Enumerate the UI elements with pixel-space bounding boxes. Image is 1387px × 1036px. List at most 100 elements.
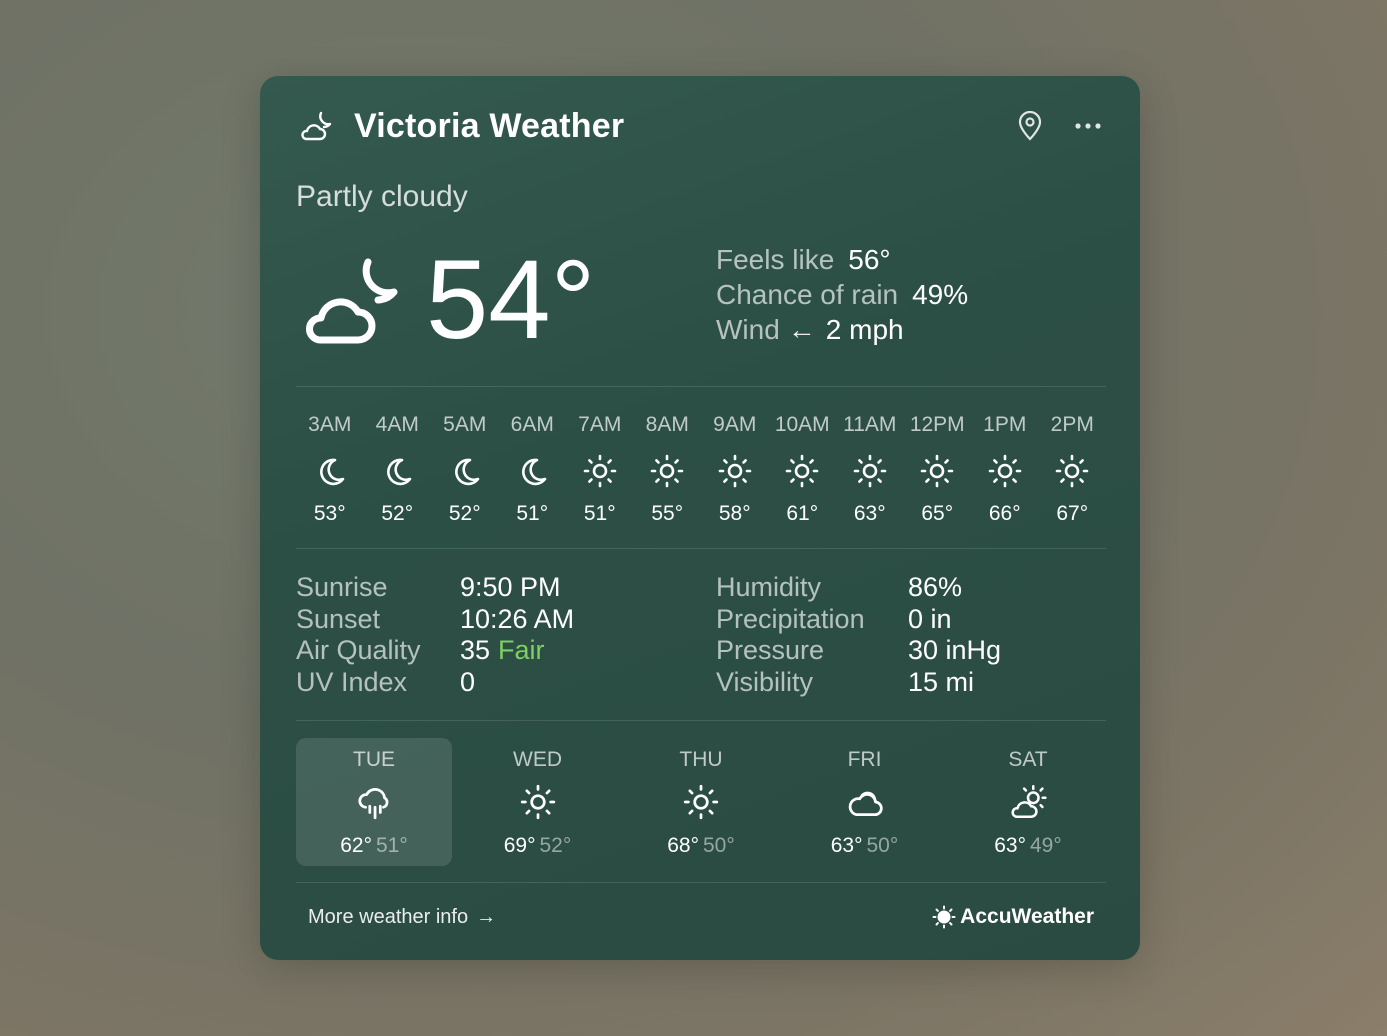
hourly-item: 10AM 61° <box>769 410 837 526</box>
sun-icon <box>785 454 819 488</box>
hour-temperature: 58° <box>718 502 751 525</box>
sun-icon <box>520 784 555 820</box>
visibility-label: Visibility <box>716 666 814 697</box>
moon-icon <box>522 458 547 486</box>
hourly-item: 6AM 51° <box>499 410 567 526</box>
hour-temperature: 51° <box>583 502 616 525</box>
precipitation-label: Precipitation <box>716 603 865 634</box>
hour-temperature: 67° <box>1056 502 1089 525</box>
more-weather-info-link[interactable]: More weather info → <box>308 906 496 929</box>
uv-index-label: UV Index <box>296 666 408 697</box>
feels-like-label: Feels like <box>716 244 835 275</box>
location-button[interactable] <box>1014 110 1046 142</box>
day-tue[interactable]: TUE 62° 51° <box>296 738 452 866</box>
moon-icon <box>319 458 345 486</box>
moon-icon <box>454 458 480 486</box>
accuweather-logo[interactable]: AccuWeather <box>932 905 1094 929</box>
day-name: WED <box>513 748 562 771</box>
humidity-label: Humidity <box>716 572 822 602</box>
more-horizontal-icon <box>1075 123 1101 129</box>
widget-header: Victoria Weather <box>296 104 1104 148</box>
day-low: 50° <box>866 834 899 857</box>
sunrise-value: 9:50 PM <box>460 572 561 602</box>
rain-chance-label: Chance of rain <box>716 279 899 310</box>
cloud-icon <box>848 791 883 816</box>
day-high: 63° <box>830 834 863 857</box>
arrow-right-icon: → <box>476 905 497 928</box>
stats-right: Humidity 86% Precipitation 0 in Pressure… <box>716 572 1001 698</box>
day-name: TUE <box>353 748 395 771</box>
more-options-button[interactable] <box>1072 110 1104 142</box>
hour-temperature: 65° <box>921 502 954 525</box>
hour-time: 7AM <box>578 413 622 436</box>
day-sat[interactable]: SAT 63° 49° <box>950 738 1106 866</box>
hour-temperature: 52° <box>448 502 481 525</box>
divider <box>296 548 1106 549</box>
hour-temperature: 61° <box>786 502 819 525</box>
hour-time: 9AM <box>713 413 757 436</box>
day-fri[interactable]: FRI 63° 50° <box>787 738 943 866</box>
hour-time: 5AM <box>443 413 487 436</box>
wind-label: Wind <box>716 314 780 345</box>
day-high: 63° <box>994 834 1026 857</box>
hour-time: 10AM <box>774 413 830 436</box>
day-low: 50° <box>703 834 735 857</box>
hourly-item: 4AM 52° <box>364 410 432 526</box>
hourly-forecast: 3AM 53° 4AM 52° 5AM 52° 6AM 51° 7AM 51° 8AM 55° 9AM 5… <box>296 410 1106 526</box>
air-quality-label: Air Quality <box>296 635 421 665</box>
hour-temperature: 55° <box>651 502 684 525</box>
hour-temperature: 53° <box>313 502 346 525</box>
sunset-label: Sunset <box>296 603 381 634</box>
day-name: THU <box>679 748 723 771</box>
day-temperatures: 68° 50° <box>667 834 735 858</box>
current-details: Feels like 56° Chance of rain 49% Wind ←… <box>716 242 968 347</box>
precipitation-row: Precipitation 0 in <box>716 604 1001 636</box>
current-temperature: 54° <box>426 237 596 362</box>
more-weather-info-label: More weather info <box>308 905 469 928</box>
feels-like-value: 56° <box>848 244 891 275</box>
hourly-item: 11AM 63° <box>836 410 904 526</box>
hour-time: 1PM <box>983 413 1027 436</box>
hour-time: 4AM <box>375 413 419 436</box>
hourly-item: 12PM 65° <box>904 410 972 526</box>
hour-time: 8AM <box>645 413 689 436</box>
hour-temperature: 51° <box>516 502 549 525</box>
air-quality-rating: Fair <box>498 635 545 665</box>
sunrise-label: Sunrise <box>296 572 388 602</box>
widget-footer: More weather info → AccuWeather <box>308 902 1094 932</box>
day-wed[interactable]: WED 69° 52° <box>460 738 616 866</box>
brand-name: AccuWeather <box>960 905 1094 928</box>
rain-chance-value: 49% <box>912 279 969 310</box>
hourly-item: 5AM 52° <box>431 410 499 526</box>
rain-cloud-icon <box>358 788 389 820</box>
day-high: 68° <box>667 834 699 857</box>
divider <box>296 720 1106 721</box>
divider <box>296 386 1106 387</box>
hourly-item: 9AM 58° <box>701 410 769 526</box>
cloud-moon-icon <box>306 258 398 344</box>
sun-icon <box>853 454 887 488</box>
day-low: 49° <box>1030 834 1062 857</box>
wind-direction-arrow-icon: ← <box>787 314 816 345</box>
hour-time: 11AM <box>843 413 897 436</box>
humidity-value: 86% <box>908 572 963 602</box>
feels-like-row: Feels like 56° <box>716 242 968 277</box>
hourly-item: 3AM 53° <box>296 410 364 526</box>
sunset-row: Sunset 10:26 AM <box>296 604 574 636</box>
partly-sunny-icon <box>1011 784 1047 818</box>
hourly-item: 8AM 55° <box>634 410 702 526</box>
hour-time: 12PM <box>909 413 965 436</box>
hour-time: 3AM <box>308 413 352 436</box>
day-name: SAT <box>1008 748 1048 771</box>
day-thu[interactable]: THU 68° 50° <box>623 738 779 866</box>
pressure-value: 30 inHg <box>908 635 1002 665</box>
sun-icon <box>683 784 719 820</box>
sunrise-row: Sunrise 9:50 PM <box>296 572 574 604</box>
daily-forecast: TUE 62° 51° WED 69° 52° THU 68° 50° FRI 63° 50° SAT 6… <box>296 738 1106 866</box>
wind-row: Wind ← 2 mph <box>716 312 968 347</box>
day-high: 69° <box>503 834 536 857</box>
pressure-row: Pressure 30 inHg <box>716 635 1001 667</box>
rain-chance-row: Chance of rain 49% <box>716 277 968 312</box>
moon-icon <box>387 458 412 486</box>
day-temperatures: 63° 50° <box>831 834 899 858</box>
